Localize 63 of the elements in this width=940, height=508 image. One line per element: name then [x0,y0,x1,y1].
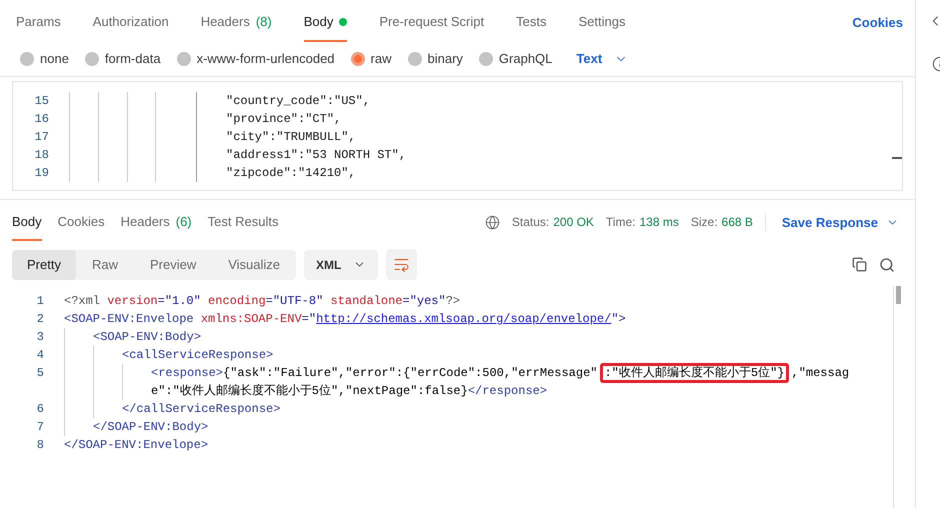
radio-option[interactable]: form-data [84,49,161,69]
size-value: 668 B [722,213,766,232]
radio-option[interactable]: GraphQL [478,49,552,69]
line-number: 15 [34,93,50,110]
format-dropdown[interactable]: Text [576,49,628,69]
line-number: 16 [34,111,50,128]
line-number: 4 [36,347,45,364]
code-line: "city":"TRUMBULL", [225,129,356,146]
tab[interactable]: Test Results [208,204,278,241]
save-response-button[interactable]: Save Response [782,212,899,232]
view-mode-tab[interactable]: Preview [134,250,212,280]
line-number: 5 [36,365,45,382]
code-line: "zipcode":"14210", [225,165,356,182]
tab[interactable]: Body [304,4,348,42]
line-number: 18 [34,147,50,164]
view-mode-tab[interactable]: Visualize [212,250,296,280]
line-number: 1 [36,293,45,310]
tab[interactable]: Pre-request Script [379,4,484,42]
globe-icon[interactable] [484,214,500,230]
code-line: "address1":"53 NORTH ST", [225,147,406,164]
line-number: 2 [36,311,45,328]
tab[interactable]: Headers (8) [200,4,272,42]
copy-icon[interactable] [852,257,867,272]
code-line: </SOAP-ENV:Envelope> [64,437,208,454]
wrap-lines-button[interactable] [386,249,418,280]
tab[interactable]: Body [12,204,42,241]
line-number: 7 [36,419,45,436]
line-number: 8 [36,437,45,454]
view-mode-tab[interactable]: Raw [76,250,134,280]
size-label: Size: [690,214,718,232]
view-mode-tab[interactable]: Pretty [12,250,76,280]
line-number: 3 [36,329,45,346]
radio-option[interactable]: none [20,49,69,69]
wrap-lines-icon [393,256,410,273]
code-line: <callServiceResponse> [122,347,274,364]
code-line: "province":"CT", [225,111,342,128]
request-editor[interactable]: 15 "country_code":"US", 16 "province":"CT", 17 "city":"TRUMBULL", 18 "address1":"53 NORTH ST", 19 "zipcode":"14210", [12,81,903,190]
code-line: <response>{"ask":"Failure","error":{"errCode":500,"errMessage" :"收件人邮编长度不能小于5位"} ,"message":"收件人邮编长度不能小于5位","nextPage":false}</response> [151,364,885,400]
radio-option[interactable]: binary [408,49,463,69]
radio-option[interactable]: x-www-form-urlencoded [176,49,335,69]
line-number: 19 [34,165,50,182]
code-line: <SOAP-ENV:Body> [93,329,202,346]
time-label: Time: [606,214,636,232]
time-value: 138 ms [639,214,679,232]
search-icon[interactable] [879,256,895,272]
code-line: </callServiceResponse> [122,401,280,418]
code-line: <?xml version="1.0" encoding="UTF-8" standalone="yes"?> [64,293,460,310]
status-label: Status: [512,214,550,232]
tab[interactable]: Cookies [58,204,105,241]
radio-option[interactable]: raw [350,49,392,69]
status-value: 200 OK [553,214,594,232]
tab[interactable]: Headers (6) [120,204,192,241]
tab[interactable]: Settings [578,4,626,42]
code-line: "country_code":"US", [225,93,370,110]
language-dropdown[interactable]: XML [304,250,378,280]
tab[interactable]: Params [16,4,61,42]
tab[interactable]: Authorization [92,4,169,42]
cookies-link[interactable]: Cookies [852,13,903,32]
code-line: <SOAP-ENV:Envelope xmlns:SOAP-ENV="http://schemas.xmlsoap.org/soap/envelope/"> [64,311,626,328]
line-number: 6 [36,401,45,418]
line-number: 17 [34,129,50,146]
tab[interactable]: Tests [516,4,546,42]
code-line: </SOAP-ENV:Body> [93,419,208,436]
